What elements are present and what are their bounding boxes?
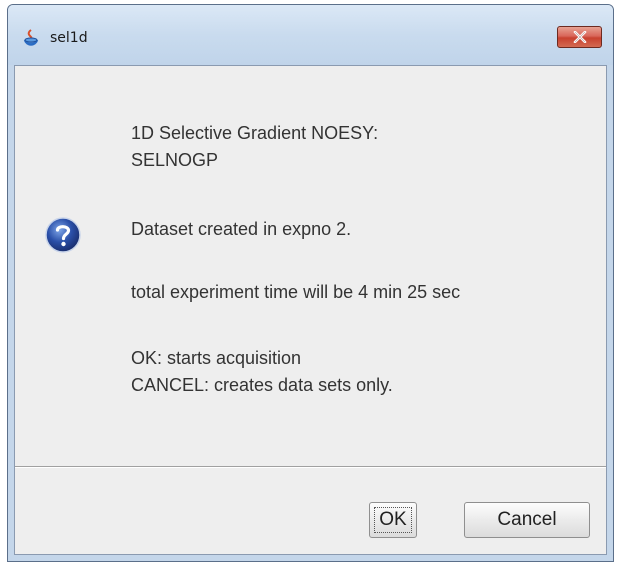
dialog-body: 1D Selective Gradient NOESY: SELNOGP Dat… bbox=[14, 65, 607, 555]
cancel-button[interactable]: Cancel bbox=[464, 502, 590, 538]
message-line-6: CANCEL: creates data sets only. bbox=[131, 375, 393, 395]
button-separator bbox=[15, 466, 606, 468]
title-bar[interactable]: sel1d bbox=[8, 5, 613, 65]
message-line-3: Dataset created in expno 2. bbox=[131, 219, 352, 239]
close-icon bbox=[573, 31, 587, 43]
ok-button-label: OK bbox=[379, 509, 407, 530]
message-line-5: OK: starts acquisition bbox=[131, 348, 302, 368]
message-line-2: SELNOGP bbox=[131, 150, 219, 170]
message-line-1: 1D Selective Gradient NOESY: bbox=[131, 123, 379, 143]
question-icon bbox=[44, 216, 82, 254]
java-app-icon bbox=[21, 28, 41, 48]
cancel-button-label: Cancel bbox=[497, 509, 557, 530]
dialog-window: sel1d 1D Selective Gradient NOESY: SELNO… bbox=[7, 4, 614, 562]
message-line-4: total experiment time will be 4 min 25 s… bbox=[131, 282, 461, 302]
window-title: sel1d bbox=[50, 30, 88, 46]
ok-button[interactable]: OK bbox=[369, 502, 417, 538]
close-button[interactable] bbox=[557, 26, 602, 48]
